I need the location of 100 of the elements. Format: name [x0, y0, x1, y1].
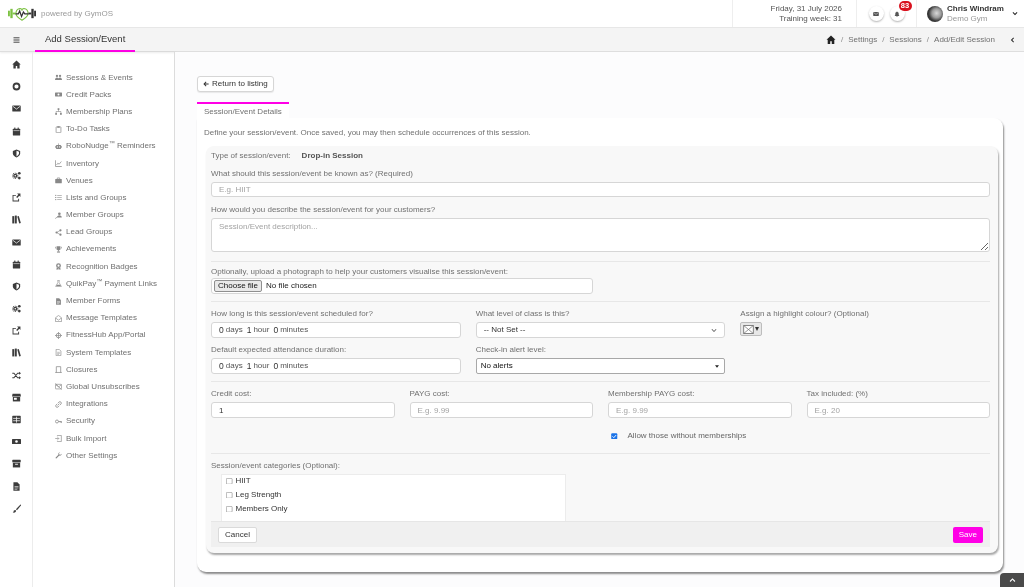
- checkbox[interactable]: [226, 477, 233, 485]
- settings-menu-item[interactable]: QuikPay$^{™}$ Payment Links: [33, 275, 174, 293]
- description-textarea[interactable]: Session/Event description...: [211, 218, 990, 252]
- settings-menu-item[interactable]: Lists and Groups: [33, 189, 174, 207]
- door-icon: [55, 366, 62, 374]
- bell-icon: [894, 10, 900, 17]
- notifications-button[interactable]: [889, 6, 905, 21]
- settings-menu-item[interactable]: Bulk Import: [33, 429, 174, 448]
- alert-level-select[interactable]: No alerts: [475, 358, 726, 374]
- settings-menu-item[interactable]: Sessions & Events: [33, 69, 174, 87]
- settings-menu-item[interactable]: Integrations: [33, 395, 174, 413]
- home-icon[interactable]: [826, 35, 836, 44]
- category-label: Leg Strength: [235, 490, 282, 500]
- books-icon[interactable]: [11, 348, 21, 358]
- scroll-top-button[interactable]: [1000, 573, 1024, 587]
- settings-menu-item[interactable]: Recognition Badges: [33, 258, 174, 276]
- settings-menu-item[interactable]: Member Groups: [33, 206, 174, 224]
- checkbox[interactable]: [226, 491, 233, 499]
- breadcrumb-link[interactable]: Settings: [848, 34, 878, 45]
- cash-icon[interactable]: [11, 437, 21, 447]
- chevron-left-icon[interactable]: [1009, 36, 1015, 43]
- date-text: Friday, 31 July 2026: [769, 3, 842, 14]
- field-label: What should this session/event be known as? (Required): [211, 169, 414, 179]
- trophy-icon: [55, 245, 62, 253]
- settings-menu-item[interactable]: Membership Plans: [33, 103, 174, 121]
- cost-input[interactable]: 1: [211, 402, 395, 418]
- breadcrumb-separator: /: [926, 34, 930, 45]
- file-icon[interactable]: [11, 481, 21, 491]
- breadcrumb-separator: /: [882, 34, 885, 45]
- import-icon: [55, 435, 62, 443]
- breadcrumb-link[interactable]: Sessions: [889, 34, 922, 45]
- training-week-text: Training week: 31: [778, 13, 842, 24]
- shuffle-icon[interactable]: [11, 370, 21, 380]
- file-status-text: No file chosen: [266, 281, 317, 291]
- gears-icon[interactable]: [11, 304, 21, 314]
- settings-menu-item[interactable]: Other Settings: [33, 447, 174, 465]
- checkbox[interactable]: [611, 432, 618, 440]
- settings-menu-item[interactable]: Achievements: [33, 240, 174, 259]
- settings-menu-item[interactable]: Credit Packs: [33, 86, 174, 104]
- envelope-icon[interactable]: [11, 104, 21, 114]
- save-button[interactable]: Save: [952, 526, 983, 543]
- archive-icon[interactable]: [11, 459, 21, 469]
- books-icon[interactable]: [11, 215, 21, 225]
- briefcase-icon: [55, 177, 62, 185]
- user-name: Chris Windram: [947, 4, 1004, 14]
- cost-input[interactable]: E.g. 9.99: [409, 402, 593, 418]
- choose-file-button[interactable]: Choose file: [214, 280, 263, 292]
- users-icon: [55, 74, 62, 82]
- level-select[interactable]: -- Not Set --: [475, 322, 726, 338]
- brush-icon[interactable]: [11, 503, 21, 513]
- chevron-down-icon[interactable]: [1012, 10, 1018, 17]
- calendar-icon[interactable]: [11, 126, 21, 136]
- settings-menu-item[interactable]: FitnessHub App/Portal: [33, 326, 174, 344]
- share-icon[interactable]: [11, 193, 21, 203]
- settings-menu-item[interactable]: Inventory: [33, 154, 174, 173]
- list-icon: [55, 194, 62, 202]
- settings-menu-item[interactable]: Global Unsubscribes: [33, 378, 174, 396]
- breadcrumb-separator: /: [841, 34, 844, 45]
- share-icon[interactable]: [11, 326, 21, 336]
- store-icon[interactable]: [11, 392, 21, 402]
- checkbox[interactable]: [226, 505, 233, 513]
- checkbox-label: Allow those without memberships: [627, 431, 747, 441]
- crosshair-icon: [55, 331, 62, 339]
- share-nodes-icon: [55, 228, 62, 236]
- category-label: HIIT: [235, 476, 251, 486]
- calendar-icon[interactable]: [11, 259, 21, 269]
- cost-input[interactable]: E.g. 20: [806, 402, 990, 418]
- envelope-icon[interactable]: [11, 237, 21, 247]
- envelope-open-icon: [55, 314, 62, 322]
- envelope-slash-icon: [55, 383, 62, 391]
- sitemap-icon: [55, 108, 62, 116]
- colour-picker-button[interactable]: ▾: [740, 322, 763, 336]
- settings-menu-item[interactable]: System Templates: [33, 344, 174, 362]
- settings-menu-item[interactable]: Message Templates: [33, 309, 174, 327]
- cost-input[interactable]: E.g. 9.99: [608, 402, 792, 418]
- settings-menu-item[interactable]: Closures: [33, 361, 174, 379]
- table-icon[interactable]: [11, 415, 21, 424]
- settings-menu-item[interactable]: RoboNudge$^{™}$ Reminders: [33, 137, 174, 155]
- settings-menu-item[interactable]: Member Forms: [33, 292, 174, 310]
- settings-menu-item[interactable]: To-Do Tasks: [33, 120, 174, 138]
- ring-icon[interactable]: [11, 82, 21, 92]
- messages-button[interactable]: [868, 6, 884, 21]
- gears-icon[interactable]: [11, 170, 21, 180]
- settings-menu-item[interactable]: Venues: [33, 172, 174, 190]
- settings-menu-item[interactable]: Lead Groups: [33, 223, 174, 241]
- duration-field[interactable]: 0 days 1 hour 0 minutes: [211, 322, 461, 338]
- cancel-button[interactable]: Cancel: [218, 526, 257, 543]
- duration-field[interactable]: 0 days 1 hour 0 minutes: [211, 358, 461, 374]
- field-label: Default expected attendance duration:: [211, 345, 348, 355]
- shield-icon[interactable]: [11, 148, 21, 158]
- menu-icon[interactable]: [13, 36, 20, 43]
- home-icon[interactable]: [11, 60, 21, 69]
- settings-menu-item[interactable]: Security: [33, 412, 174, 430]
- no-colour-icon: [743, 324, 755, 334]
- field-label: What level of class is this?: [475, 309, 571, 319]
- return-button[interactable]: Return to listing: [197, 76, 274, 92]
- shield-icon[interactable]: [11, 281, 21, 291]
- file-upload-field[interactable]: Choose file No file chosen: [211, 278, 593, 294]
- name-input[interactable]: E.g. HIIT: [211, 182, 990, 197]
- link-icon: [55, 400, 62, 408]
